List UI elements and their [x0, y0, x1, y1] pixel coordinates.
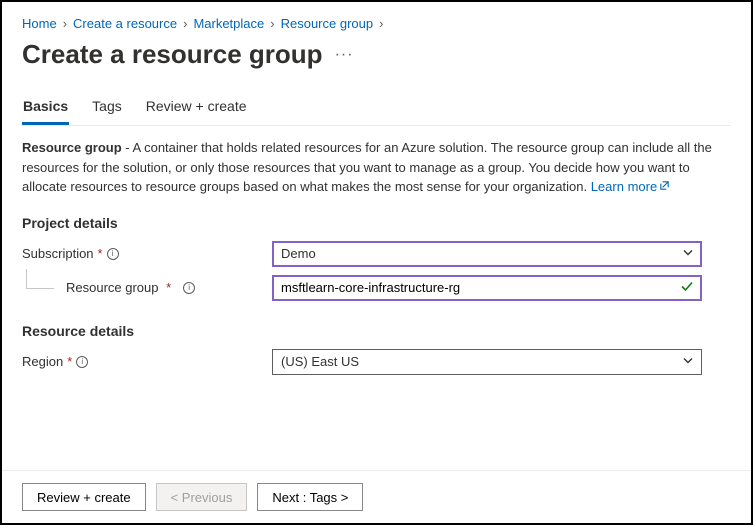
- tab-basics[interactable]: Basics: [22, 98, 69, 125]
- review-create-button[interactable]: Review + create: [22, 483, 146, 511]
- description-lead: Resource group: [22, 140, 122, 155]
- page-title: Create a resource group: [22, 39, 323, 70]
- required-indicator: *: [98, 246, 103, 261]
- breadcrumb-marketplace[interactable]: Marketplace: [193, 16, 264, 31]
- resource-details-heading: Resource details: [22, 323, 731, 339]
- description-text: Resource group - A container that holds …: [22, 138, 731, 197]
- region-select[interactable]: (US) East US: [272, 349, 702, 375]
- breadcrumb-separator: ›: [63, 16, 67, 31]
- footer-actions: Review + create < Previous Next : Tags >: [2, 470, 751, 523]
- tab-tags[interactable]: Tags: [91, 98, 123, 125]
- tabs: Basics Tags Review + create: [22, 98, 731, 126]
- external-link-icon: [659, 177, 670, 188]
- breadcrumb-resource-group[interactable]: Resource group: [281, 16, 374, 31]
- breadcrumb-separator: ›: [270, 16, 274, 31]
- resource-group-input[interactable]: [272, 275, 702, 301]
- next-button[interactable]: Next : Tags >: [257, 483, 363, 511]
- resource-group-label: Resource group: [66, 280, 159, 295]
- breadcrumb-create-resource[interactable]: Create a resource: [73, 16, 177, 31]
- tree-indent-line: [26, 269, 54, 289]
- breadcrumb-separator: ›: [183, 16, 187, 31]
- breadcrumb: Home › Create a resource › Marketplace ›…: [22, 16, 731, 31]
- subscription-label: Subscription: [22, 246, 94, 261]
- region-value: (US) East US: [281, 354, 359, 369]
- learn-more-link[interactable]: Learn more: [591, 179, 657, 194]
- breadcrumb-separator: ›: [379, 16, 383, 31]
- tab-review-create[interactable]: Review + create: [145, 98, 248, 125]
- region-label: Region: [22, 354, 63, 369]
- checkmark-icon: [680, 279, 694, 296]
- subscription-select[interactable]: Demo: [272, 241, 702, 267]
- required-indicator: *: [67, 354, 72, 369]
- subscription-value: Demo: [281, 246, 316, 261]
- more-actions-button[interactable]: ···: [335, 46, 354, 64]
- project-details-heading: Project details: [22, 215, 731, 231]
- info-icon[interactable]: i: [76, 356, 88, 368]
- required-indicator: *: [163, 280, 172, 295]
- info-icon[interactable]: i: [107, 248, 119, 260]
- breadcrumb-home[interactable]: Home: [22, 16, 57, 31]
- previous-button: < Previous: [156, 483, 248, 511]
- info-icon[interactable]: i: [183, 282, 195, 294]
